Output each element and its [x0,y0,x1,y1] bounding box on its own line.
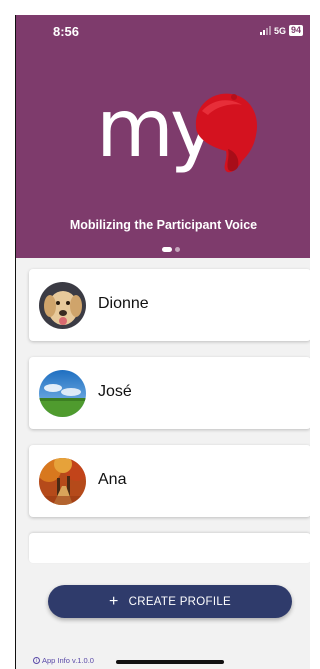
status-indicators: 5G 94 [259,25,303,36]
carousel-dot[interactable] [175,247,180,252]
home-indicator[interactable] [116,660,224,664]
profile-card-partial[interactable] [29,533,310,563]
avatar [39,458,86,505]
app-info-link[interactable]: i App Info v.1.0.0 [33,656,94,665]
red-cap-icon [195,93,258,173]
status-time: 8:56 [53,24,80,39]
status-bar: 8:56 5G 94 [16,15,310,49]
profile-card-jose[interactable]: José [29,357,310,429]
app-info-label: App Info v.1.0.0 [42,656,94,665]
carousel-dot-active[interactable] [162,247,172,252]
profile-card-dionne[interactable]: Dionne [29,269,310,341]
create-profile-button[interactable]: + CREATE PROFILE [48,585,292,618]
carousel-indicator[interactable] [162,247,180,252]
network-label: 5G [273,25,286,36]
app-logo: my [96,82,261,189]
tagline: Mobilizing the Participant Voice [69,218,258,232]
profile-name: José [98,383,132,400]
avatar [39,370,86,417]
avatar [39,282,86,329]
info-icon: i [33,657,40,664]
signal-icon [259,26,271,35]
profile-name: Dionne [98,295,149,312]
profile-card-ana[interactable]: Ana [29,445,310,517]
battery-icon: 94 [288,25,303,36]
profile-name: Ana [98,471,127,488]
app-screen: 8:56 5G 94 my Mobilizing the Participant… [15,15,310,669]
header-banner: 8:56 5G 94 my Mobilizing the Participant… [16,15,310,258]
plus-icon: + [108,592,119,610]
create-profile-label: CREATE PROFILE [128,595,232,608]
